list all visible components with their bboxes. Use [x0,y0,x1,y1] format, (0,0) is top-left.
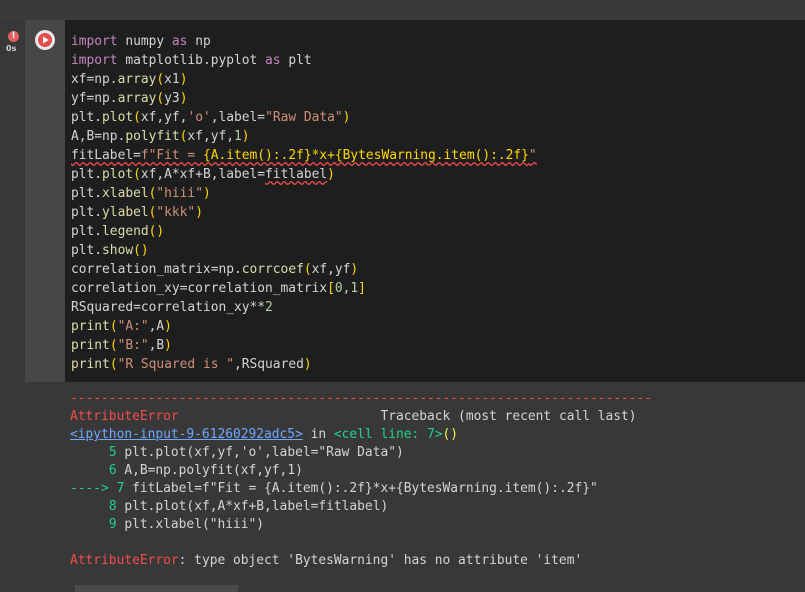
code-line: RSquared=correlation_xy**2 [71,300,273,315]
traceback-label: Traceback (most recent call last) [380,409,637,424]
traceback-divider: ----------------------------------------… [70,391,653,406]
code-line: yf=np.array(y3) [71,91,188,106]
cell-line-ref: <cell line: 7> [333,427,443,442]
code-line: plt.ylabel("kkk") [71,205,203,220]
code-line: correlation_matrix=np.corrcoef(xf,yf) [71,262,359,277]
code-line: plt.show() [71,243,149,258]
code-line: print("B:",B) [71,338,172,353]
error-status-icon: ! [8,31,19,42]
code-line: import matplotlib.pyplot as plt [71,53,312,68]
code-line: print("R Squared is ",RSquared) [71,357,312,372]
play-icon [36,31,54,49]
code-line: plt.plot(xf,A*xf+B,label=fitlabel) [71,167,335,182]
code-line: xf=np.array(x1) [71,72,188,87]
cell-run-area [25,20,65,382]
code-text[interactable]: import numpy as np import matplotlib.pyp… [71,32,537,374]
code-line: print("A:",A) [71,319,172,334]
final-error-message: : type object 'BytesWarning' has no attr… [178,553,583,568]
final-error-name: AttributeError [70,553,179,568]
cell-output: ----------------------------------------… [65,382,805,592]
code-line: correlation_xy=correlation_matrix[0,1] [71,281,366,296]
horizontal-scrollbar[interactable] [75,585,238,592]
code-line: plt.plot(xf,yf,'o',label="Raw Data") [71,110,351,125]
traceback-line: 6 A,B=np.polyfit(xf,yf,1) [108,463,303,478]
traceback-line-current: ----> 7 fitLabel=f"Fit = {A.item():.2f}*… [70,481,598,496]
error-name: AttributeError [70,409,179,424]
traceback-output: ----------------------------------------… [70,391,653,568]
execution-time: 0s [6,44,17,53]
traceback-line: 5 plt.plot(xf,yf,'o',label="Raw Data") [108,445,404,460]
code-editor[interactable]: import numpy as np import matplotlib.pyp… [65,20,805,382]
ipython-input-link[interactable]: <ipython-input-9-61260292adc5> [70,427,303,442]
top-bar [0,0,805,20]
code-line: fitLabel=f"Fit = {A.item():.2f}*x+{Bytes… [71,148,537,163]
traceback-line: 8 plt.plot(xf,A*xf+B,label=fitlabel) [108,499,389,514]
code-line: plt.xlabel("hiii") [71,186,211,201]
code-line: A,B=np.polyfit(xf,yf,1) [71,129,250,144]
run-cell-button[interactable] [35,30,55,50]
code-line: import numpy as np [71,34,211,49]
traceback-line: 9 plt.xlabel("hiii") [108,517,265,532]
code-line: plt.legend() [71,224,165,239]
